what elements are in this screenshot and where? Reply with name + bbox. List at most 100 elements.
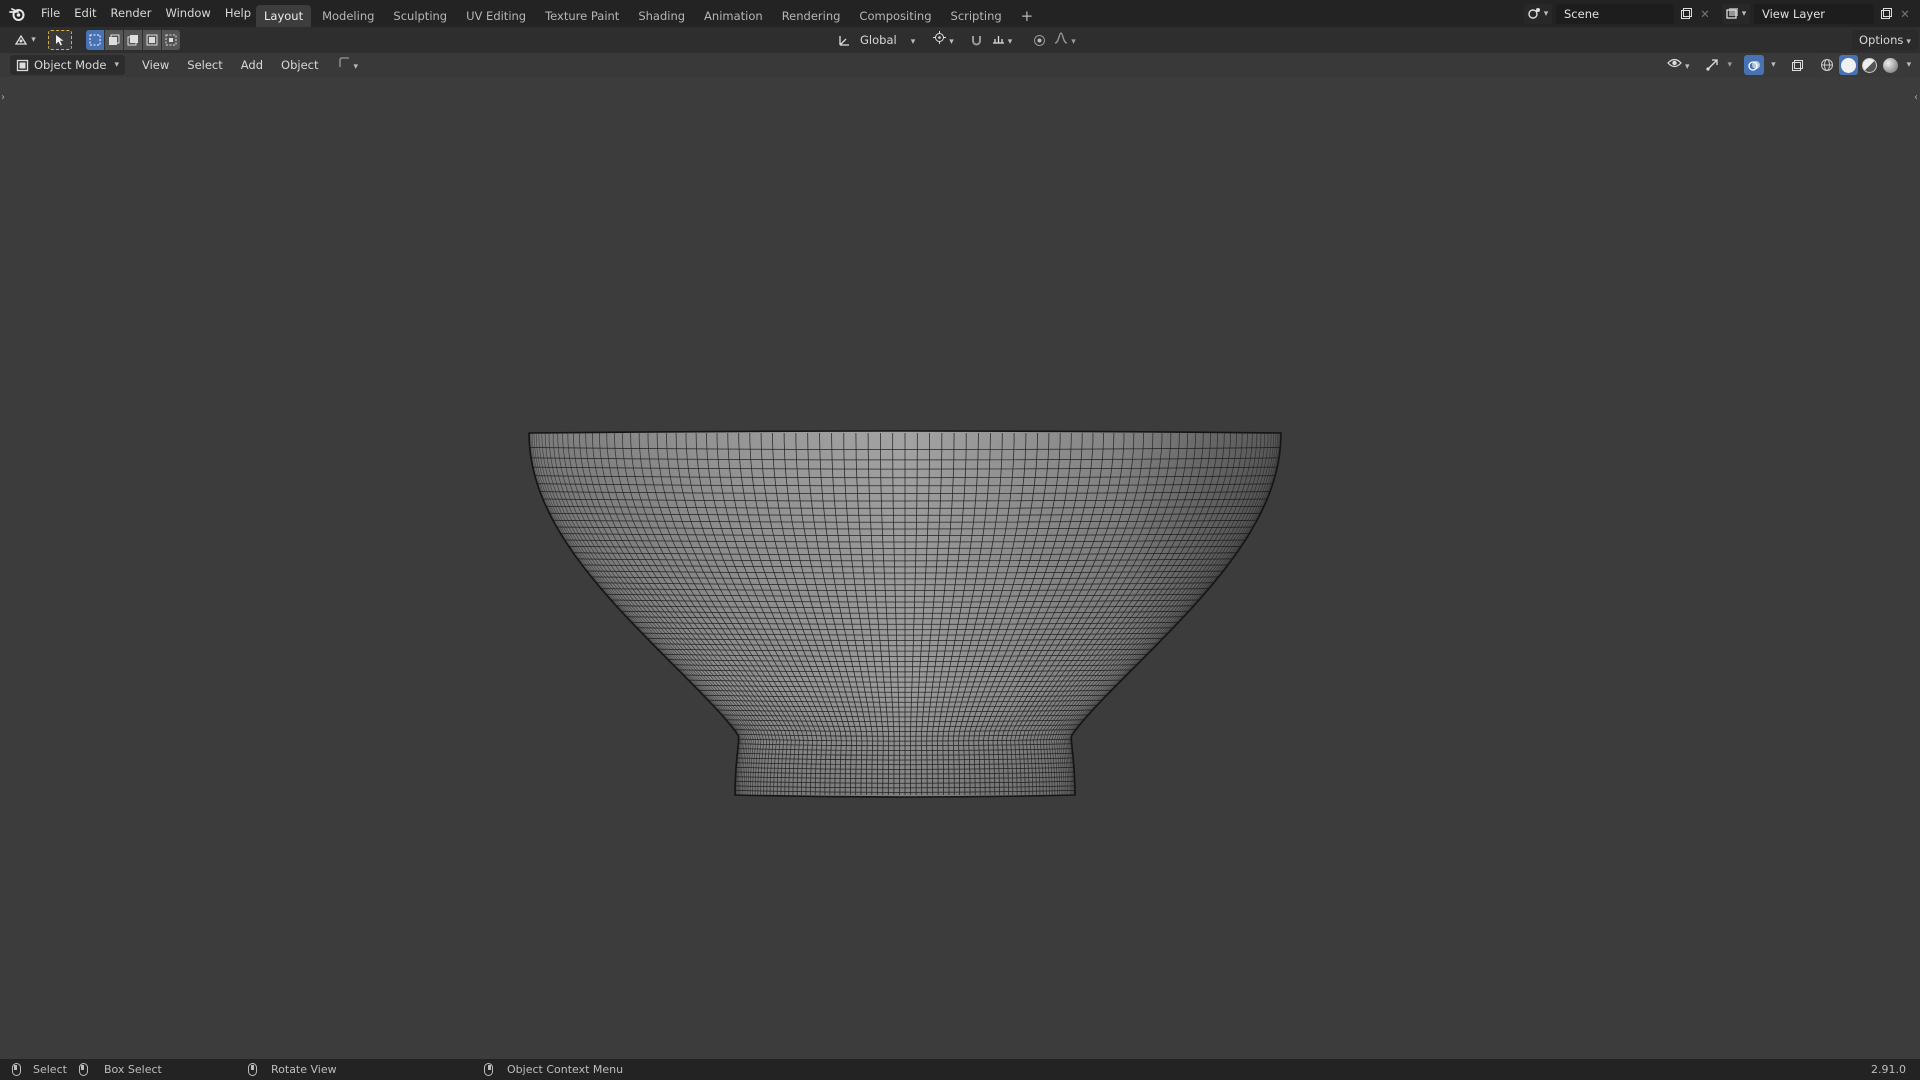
select-new-icon xyxy=(89,34,101,46)
mouse-right-icon xyxy=(484,1063,493,1076)
material-sphere-icon xyxy=(1861,57,1877,73)
status-rotate-view-label: Rotate View xyxy=(271,1063,337,1076)
menu-window[interactable]: Window xyxy=(158,3,217,24)
shading-dropdown[interactable]: ▾ xyxy=(1907,60,1912,70)
version-label: 2.91.0 xyxy=(1871,1063,1906,1076)
gizmo-toggle-icon[interactable] xyxy=(1703,58,1721,72)
delete-scene-icon[interactable]: ✕ xyxy=(1698,7,1712,21)
cursor-arrow-icon xyxy=(55,34,65,46)
rendered-sphere-icon xyxy=(1882,57,1898,73)
select-mode-new-button[interactable] xyxy=(86,30,104,50)
mouse-middle-icon xyxy=(248,1063,257,1076)
menu-file[interactable]: File xyxy=(34,3,67,24)
transform-orientation-icon xyxy=(836,34,852,47)
tab-uv-editing[interactable]: UV Editing xyxy=(458,5,534,27)
view-menu[interactable]: View xyxy=(135,55,176,75)
transform-affect-icon xyxy=(338,56,351,69)
falloff-curve-icon xyxy=(1054,31,1068,44)
editor-type-button[interactable]: ▾ xyxy=(10,30,40,50)
bowl-mesh[interactable] xyxy=(0,77,1920,1059)
tab-layout[interactable]: Layout xyxy=(256,5,312,27)
mouse-left-icon xyxy=(12,1063,21,1076)
scene-browse-button[interactable]: ▾ xyxy=(1524,3,1552,24)
pivot-point-dropdown[interactable]: ▾ xyxy=(929,30,958,50)
tool-settings-bar: ▾ Global ▾ ▾ ▾ ▾ Options ▾ xyxy=(0,27,1920,53)
shading-rendered-button[interactable] xyxy=(1880,55,1900,75)
tab-animation[interactable]: Animation xyxy=(696,5,771,27)
status-context-menu-label: Object Context Menu xyxy=(507,1063,624,1076)
status-select: Select xyxy=(12,1063,67,1076)
proportional-falloff-dropdown[interactable]: ▾ xyxy=(1052,30,1078,50)
options-dropdown[interactable]: Options ▾ xyxy=(1852,30,1918,50)
proportional-edit-toggle-icon[interactable] xyxy=(1030,34,1048,47)
view-layer-name-field[interactable]: View Layer xyxy=(1754,3,1874,24)
select-intersect-icon xyxy=(165,34,177,46)
tab-shading[interactable]: Shading xyxy=(630,5,693,27)
select-mode-intersect-button[interactable] xyxy=(162,30,180,50)
snap-toggle-icon[interactable] xyxy=(968,34,986,47)
scene-name-field[interactable]: Scene xyxy=(1556,3,1674,24)
select-mode-subtract-button[interactable] xyxy=(124,30,142,50)
transform-orientation-dropdown[interactable]: Global ▾ xyxy=(856,30,919,50)
select-mode-extend-button[interactable] xyxy=(105,30,123,50)
scene-icon xyxy=(1528,7,1541,20)
status-box-select-label: Box Select xyxy=(103,1063,162,1076)
eye-icon xyxy=(1667,57,1682,69)
wireframe-sphere-icon xyxy=(1820,58,1834,72)
shading-material-button[interactable] xyxy=(1859,55,1879,75)
snap-increment-icon xyxy=(992,31,1005,44)
new-view-layer-icon[interactable] xyxy=(1878,7,1894,20)
select-extend-icon xyxy=(108,34,120,46)
pivot-point-icon xyxy=(933,31,947,44)
tab-modeling[interactable]: Modeling xyxy=(314,5,382,27)
tab-scripting[interactable]: Scripting xyxy=(943,5,1010,27)
menu-edit[interactable]: Edit xyxy=(67,3,103,24)
mode-dropdown[interactable]: Object Mode ▾ xyxy=(10,55,125,75)
overlays-toggle-button[interactable] xyxy=(1744,55,1765,75)
new-scene-icon[interactable] xyxy=(1678,7,1694,20)
select-subtract-icon xyxy=(127,34,139,46)
mouse-drag-icon xyxy=(78,1063,88,1076)
object-mode-icon xyxy=(16,59,29,72)
select-mode-invert-button[interactable] xyxy=(143,30,161,50)
3d-viewport-icon xyxy=(14,34,28,46)
tab-texture-paint[interactable]: Texture Paint xyxy=(537,5,627,27)
select-invert-icon xyxy=(146,34,158,46)
viewport-header: Object Mode ▾ View Select Add Object ▾ ▾ … xyxy=(0,53,1920,77)
xray-toggle-icon[interactable] xyxy=(1788,59,1808,72)
options-label: Options xyxy=(1859,33,1904,47)
view-layer-browse-button[interactable]: ▾ xyxy=(1722,3,1750,24)
transform-affect-dropdown[interactable]: ▾ xyxy=(334,55,363,75)
object-menu[interactable]: Object xyxy=(274,55,325,75)
menu-render[interactable]: Render xyxy=(104,3,159,24)
shading-solid-button[interactable] xyxy=(1838,55,1858,75)
top-bar: File Edit Render Window Help Layout Mode… xyxy=(0,0,1920,27)
delete-view-layer-icon[interactable]: ✕ xyxy=(1898,7,1912,21)
overlays-dropdown[interactable]: ▾ xyxy=(1771,60,1776,70)
overlays-icon xyxy=(1747,59,1761,72)
select-menu[interactable]: Select xyxy=(180,55,229,75)
mode-label: Object Mode xyxy=(34,58,107,72)
status-rotate-view: Rotate View xyxy=(248,1063,337,1076)
transform-orientation-value: Global xyxy=(860,33,897,47)
3d-viewport[interactable]: › ‹ xyxy=(0,77,1920,1059)
tab-compositing[interactable]: Compositing xyxy=(851,5,939,27)
tab-sculpting[interactable]: Sculpting xyxy=(385,5,455,27)
add-menu[interactable]: Add xyxy=(234,55,270,75)
gizmo-dropdown[interactable]: ▾ xyxy=(1728,60,1733,70)
solid-sphere-icon xyxy=(1840,57,1856,73)
shading-wireframe-button[interactable] xyxy=(1817,55,1837,75)
tab-rendering[interactable]: Rendering xyxy=(774,5,849,27)
active-tool-button[interactable] xyxy=(48,30,72,50)
status-select-label: Select xyxy=(33,1063,67,1076)
status-context-menu: Object Context Menu xyxy=(484,1063,623,1076)
menu-help[interactable]: Help xyxy=(218,3,258,24)
add-workspace-button[interactable]: + xyxy=(1013,5,1042,27)
blender-logo-icon[interactable] xyxy=(8,5,26,23)
workspace-tabs: Layout Modeling Sculpting UV Editing Tex… xyxy=(256,4,1041,27)
status-box-select: Box Select xyxy=(78,1063,162,1076)
view-layer-icon xyxy=(1726,7,1739,20)
status-bar: Select Box Select Rotate View Object Con… xyxy=(0,1059,1920,1080)
snap-target-dropdown[interactable]: ▾ xyxy=(990,30,1015,50)
visibility-dropdown[interactable]: ▾ xyxy=(1664,55,1693,75)
